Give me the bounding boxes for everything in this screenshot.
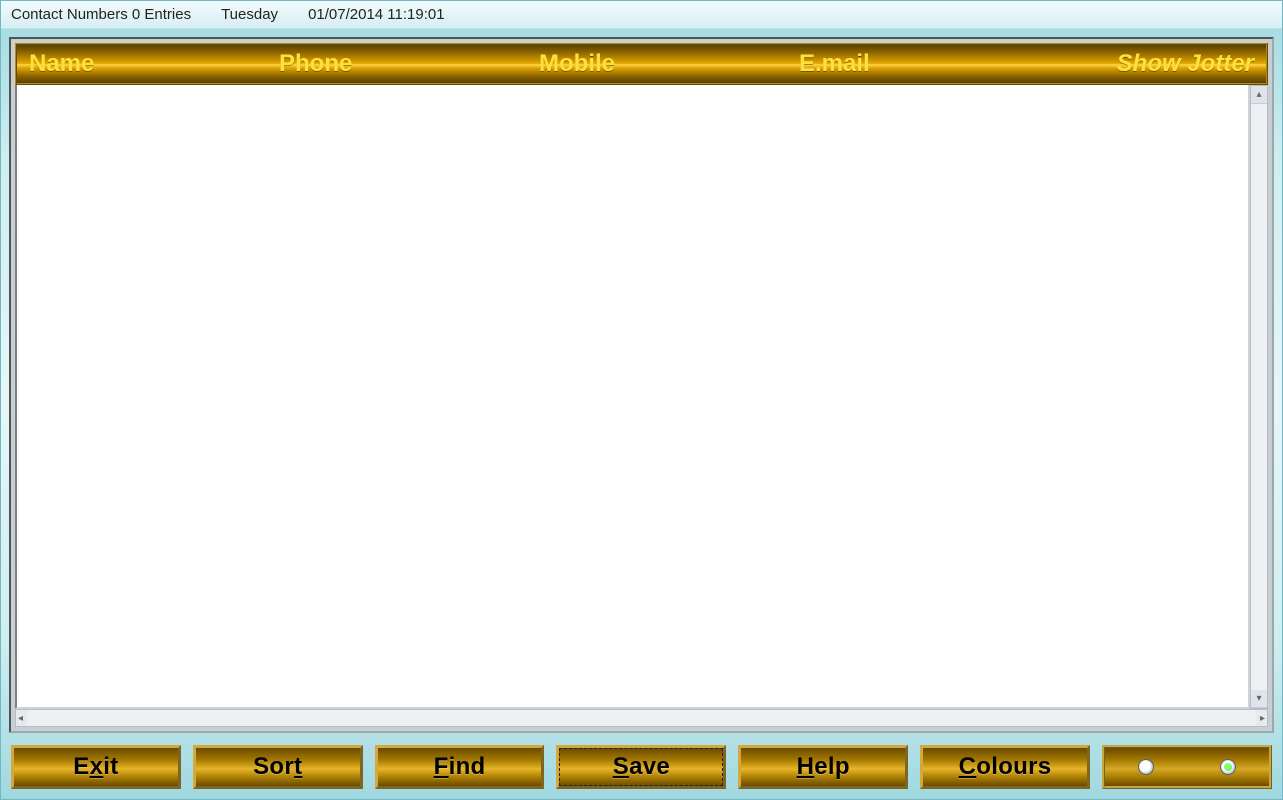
titlebar: Contact Numbers 0 Entries Tuesday 01/07/… [1, 1, 1282, 29]
save-button-label: Save [613, 753, 670, 781]
scroll-down-icon[interactable]: ▾ [1251, 690, 1267, 708]
window-title: Contact Numbers 0 Entries [11, 1, 191, 28]
radio-option-b[interactable] [1220, 759, 1236, 775]
column-header-phone[interactable]: Phone [273, 50, 533, 78]
main-window: Contact Numbers 0 Entries Tuesday 01/07/… [0, 0, 1283, 800]
column-header-email[interactable]: E.mail [793, 50, 993, 78]
content-frame: Name Phone Mobile E.mail Show Jotter ▴ ▾… [9, 37, 1274, 733]
grid-body[interactable] [15, 85, 1250, 709]
show-jotter-link[interactable]: Show Jotter [993, 50, 1260, 78]
find-button[interactable]: Find [375, 745, 545, 789]
save-button[interactable]: Save [556, 745, 726, 789]
column-header-mobile[interactable]: Mobile [533, 50, 793, 78]
colours-button[interactable]: Colours [920, 745, 1090, 789]
radio-panel [1102, 745, 1272, 789]
exit-button[interactable]: Exit [11, 745, 181, 789]
vertical-scrollbar[interactable]: ▴ ▾ [1250, 85, 1268, 709]
horizontal-scroll-track[interactable] [27, 710, 1256, 726]
exit-button-label: Exit [73, 753, 118, 781]
help-button-label: Help [797, 753, 850, 781]
column-header-name[interactable]: Name [23, 50, 273, 78]
radio-option-a[interactable] [1138, 759, 1154, 775]
column-header-row: Name Phone Mobile E.mail Show Jotter [15, 43, 1268, 85]
sort-button-label: Sort [253, 753, 302, 781]
colours-button-label: Colours [959, 753, 1052, 781]
scroll-left-icon[interactable]: ◂ [18, 713, 23, 724]
find-button-label: Find [434, 753, 486, 781]
vertical-scroll-track[interactable] [1251, 104, 1267, 690]
titlebar-datetime: 01/07/2014 11:19:01 [308, 1, 445, 28]
help-button[interactable]: Help [738, 745, 908, 789]
scroll-up-icon[interactable]: ▴ [1251, 86, 1267, 104]
horizontal-scrollbar[interactable]: ◂ ▸ [15, 709, 1268, 727]
bottom-toolbar: Exit Sort Find Save Help Colours [1, 739, 1282, 799]
scroll-right-icon[interactable]: ▸ [1260, 713, 1265, 724]
grid-area: ▴ ▾ [15, 85, 1268, 709]
titlebar-day: Tuesday [221, 1, 278, 28]
sort-button[interactable]: Sort [193, 745, 363, 789]
